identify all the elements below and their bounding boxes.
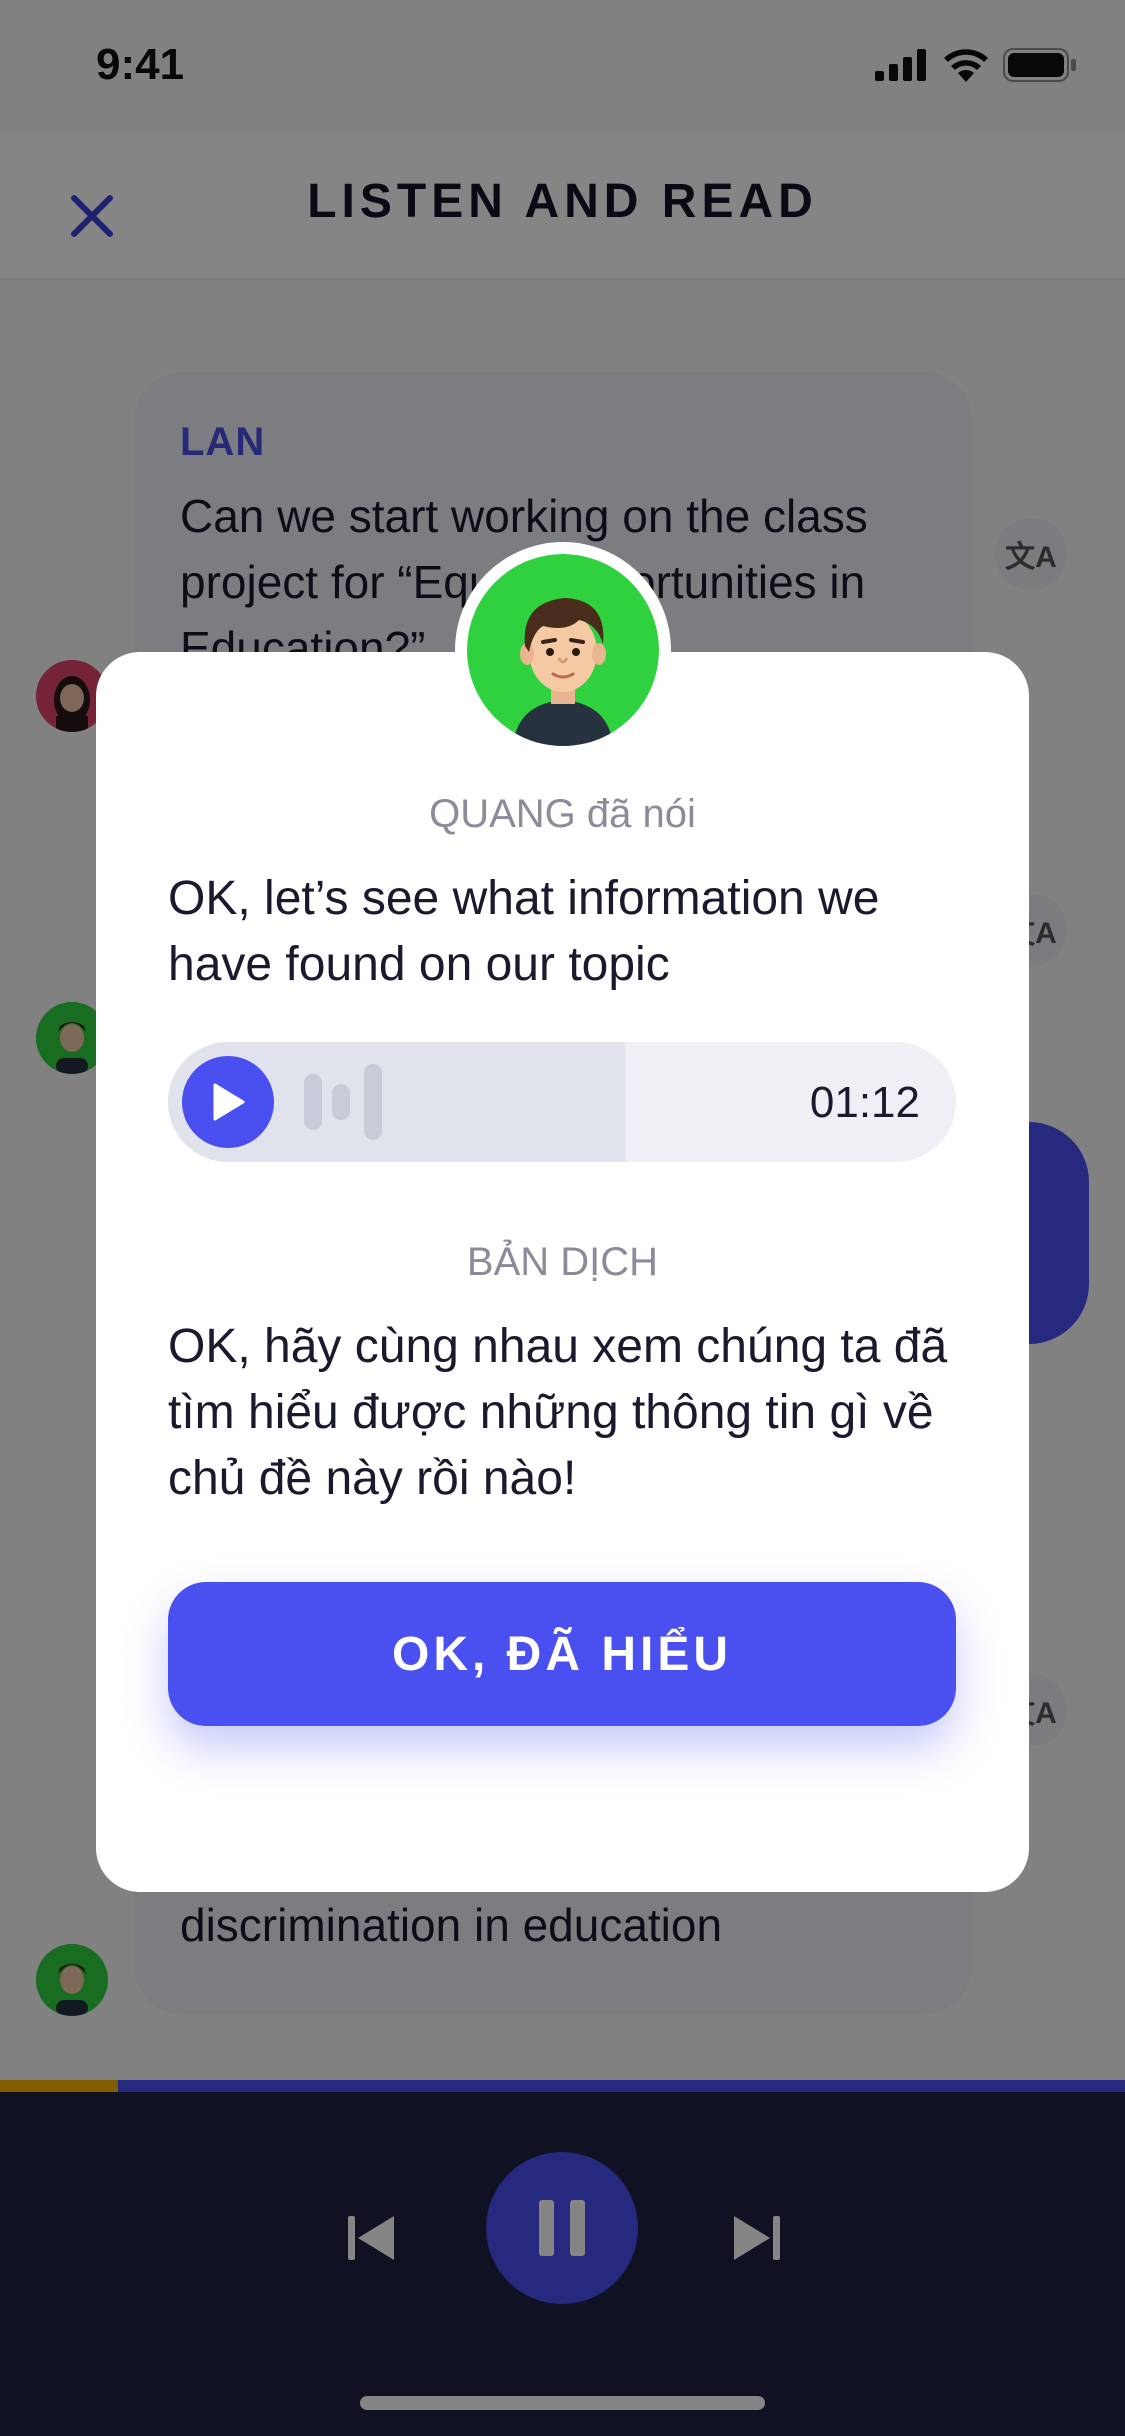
play-icon [213,1083,245,1121]
play-button[interactable] [182,1056,274,1148]
ok-understood-button[interactable]: OK, ĐÃ HIỂU [168,1582,956,1726]
translation-label: BẢN DỊCH [466,1240,659,1284]
audio-duration: 01:12 [809,1078,920,1127]
translation-dialog: QUANG đã nói OK, let’s see what informat… [96,652,1029,1892]
speaker-avatar [467,554,659,746]
translation-text: OK, hãy cùng nhau xem chúng ta đã tìm hi… [168,1320,948,1505]
audio-clip-player[interactable]: 01:12 [168,1042,956,1162]
speaker-label: QUANG đã nói [429,792,696,836]
waveform-bar [304,1074,322,1130]
waveform-bar [332,1084,350,1120]
quote-text: OK, let’s see what information we have f… [168,872,880,991]
waveform-bar [364,1064,382,1140]
speaker-avatar-ring [455,542,671,758]
boy-avatar-icon [467,554,659,746]
